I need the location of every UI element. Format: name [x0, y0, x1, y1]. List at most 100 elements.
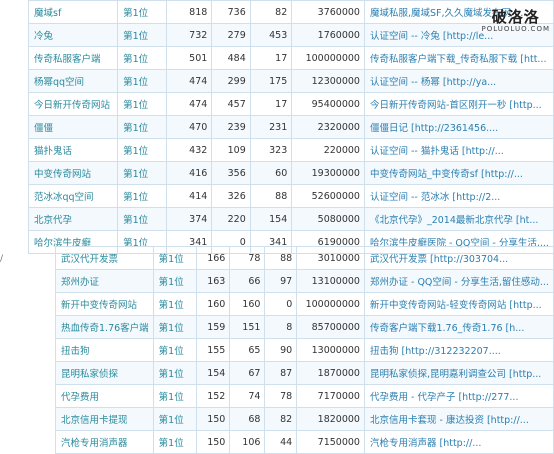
- total-count-cell: 155: [196, 338, 231, 362]
- keyword-cell: 冷兔: [27, 23, 119, 47]
- total-count-cell: 818: [166, 0, 213, 24]
- description-cell: 中变传奇网站_中变传奇sf [http://...: [363, 161, 554, 185]
- count-b-cell: 326: [211, 184, 251, 208]
- count-c-cell: 88: [249, 184, 293, 208]
- rank-cell: 第1位: [117, 184, 168, 208]
- table-row: 僵僵 第1位 470 239 231 2320000 僵僵日记 [http://236145…: [27, 115, 554, 139]
- rank-cell: 第1位: [152, 292, 198, 316]
- rank-cell: 第1位: [117, 69, 168, 93]
- description-cell: 代孕费用 - 代孕产子 [http://277...: [363, 384, 554, 408]
- keyword-cell: 今日新开传奇网站: [27, 92, 119, 116]
- total-count-cell: 501: [166, 46, 213, 70]
- total-count-cell: 432: [166, 138, 213, 162]
- rank-cell: 第1位: [117, 115, 168, 139]
- keyword-cell: 热血传奇1.76客户端: [55, 315, 154, 339]
- total-count-cell: 163: [196, 269, 231, 293]
- index-count-cell: 85700000: [296, 315, 365, 339]
- keyword-cell: 昆明私家侦探: [55, 361, 154, 385]
- description-cell: 传奇客户端下载1.76_传奇1.76 [h...: [363, 315, 554, 339]
- count-b-cell: 279: [211, 23, 251, 47]
- total-count-cell: 154: [196, 361, 231, 385]
- description-cell: 认证空间 -- 杨幂 [http://ya...: [363, 69, 554, 93]
- count-b-cell: 457: [211, 92, 251, 116]
- keyword-cell: 郑州办证: [55, 269, 154, 293]
- rank-cell: 第1位: [152, 430, 198, 454]
- description-cell: 武汉代开发票 [http://303704...: [363, 246, 554, 270]
- count-b-cell: 68: [229, 407, 266, 431]
- count-c-cell: 87: [264, 361, 298, 385]
- total-count-cell: 160: [196, 292, 231, 316]
- index-count-cell: 3760000: [291, 0, 365, 24]
- index-count-cell: 1760000: [291, 23, 365, 47]
- index-count-cell: 5080000: [291, 207, 365, 231]
- total-count-cell: 474: [166, 92, 213, 116]
- count-c-cell: 78: [264, 384, 298, 408]
- index-count-cell: 220000: [291, 138, 365, 162]
- total-count-cell: 414: [166, 184, 213, 208]
- table-row: 新开中变传奇网站 第1位 160 160 0 100000000 新开中变传奇网站-轻变传奇…: [55, 292, 554, 316]
- rank-cell: 第1位: [117, 46, 168, 70]
- index-count-cell: 100000000: [291, 46, 365, 70]
- keyword-cell: 魔域sf: [27, 0, 119, 24]
- table-row: 魔域sf 第1位 818 736 82 3760000 魔域私服,魔域SF,久久魔域发布网 …: [27, 0, 554, 24]
- count-c-cell: 82: [264, 407, 298, 431]
- index-count-cell: 100000000: [296, 292, 365, 316]
- count-c-cell: 17: [249, 46, 293, 70]
- count-b-cell: 109: [211, 138, 251, 162]
- count-c-cell: 88: [264, 246, 298, 270]
- ranking-table-top: 魔域sf 第1位 818 736 82 3760000 魔域私服,魔域SF,久久魔域发布网 …: [27, 0, 554, 254]
- description-cell: 认证空间 -- 猫扑鬼话 [http://...: [363, 138, 554, 162]
- table-row: 杨幂qq空间 第1位 474 299 175 12300000 认证空间 -- 杨幂 [ht…: [27, 69, 554, 93]
- count-c-cell: 90: [264, 338, 298, 362]
- total-count-cell: 150: [196, 430, 231, 454]
- count-c-cell: 154: [249, 207, 293, 231]
- table-row: 扭击狗 第1位 155 65 90 13000000 扭击狗 [http://3122322…: [55, 338, 554, 362]
- total-count-cell: 474: [166, 69, 213, 93]
- watermark-title: 破洛洛: [491, 8, 540, 26]
- rank-cell: 第1位: [117, 92, 168, 116]
- table-row: 范冰冰qq空间 第1位 414 326 88 52600000 认证空间 -- 范冰冰 [h…: [27, 184, 554, 208]
- total-count-cell: 470: [166, 115, 213, 139]
- keyword-cell: 代孕费用: [55, 384, 154, 408]
- index-count-cell: 1870000: [296, 361, 365, 385]
- keyword-cell: 僵僵: [27, 115, 119, 139]
- index-count-cell: 13100000: [296, 269, 365, 293]
- total-count-cell: 374: [166, 207, 213, 231]
- keyword-cell: 范冰冰qq空间: [27, 184, 119, 208]
- rank-cell: 第1位: [152, 361, 198, 385]
- count-c-cell: 8: [264, 315, 298, 339]
- keyword-cell: 新开中变传奇网站: [55, 292, 154, 316]
- edge-mark: /: [0, 254, 4, 264]
- table-row: 汽枪专用消声器 第1位 150 106 44 7150000 汽枪专用消声器 [http:/…: [55, 430, 554, 454]
- rank-cell: 第1位: [117, 0, 168, 24]
- description-cell: 汽枪专用消声器 [http://...: [363, 430, 554, 454]
- count-b-cell: 151: [229, 315, 266, 339]
- rank-cell: 第1位: [152, 269, 198, 293]
- table-row: 北京信用卡提现 第1位 150 68 82 1820000 北京信用卡套现 - 康达投资 […: [55, 407, 554, 431]
- description-cell: 僵僵日记 [http://2361456....: [363, 115, 554, 139]
- count-b-cell: 66: [229, 269, 266, 293]
- count-b-cell: 220: [211, 207, 251, 231]
- description-cell: 新开中变传奇网站-轻变传奇网站 [http...: [363, 292, 554, 316]
- index-count-cell: 95400000: [291, 92, 365, 116]
- total-count-cell: 150: [196, 407, 231, 431]
- index-count-cell: 12300000: [291, 69, 365, 93]
- table-row: 今日新开传奇网站 第1位 474 457 17 95400000 今日新开传奇网站-首区刚开…: [27, 92, 554, 116]
- table-row: 代孕费用 第1位 152 74 78 7170000 代孕费用 - 代孕产子 [http:/…: [55, 384, 554, 408]
- count-b-cell: 239: [211, 115, 251, 139]
- count-c-cell: 175: [249, 69, 293, 93]
- keyword-cell: 猫扑鬼话: [27, 138, 119, 162]
- table-row: 冷兔 第1位 732 279 453 1760000 认证空间 -- 冷兔 [http://…: [27, 23, 554, 47]
- description-cell: 昆明私家侦探,昆明嘉利调查公司 [http...: [363, 361, 554, 385]
- keyword-cell: 中变传奇网站: [27, 161, 119, 185]
- count-c-cell: 17: [249, 92, 293, 116]
- keyword-cell: 传奇私服客户端: [27, 46, 119, 70]
- count-b-cell: 299: [211, 69, 251, 93]
- count-b-cell: 484: [211, 46, 251, 70]
- count-c-cell: 231: [249, 115, 293, 139]
- rank-cell: 第1位: [117, 207, 168, 231]
- total-count-cell: 416: [166, 161, 213, 185]
- total-count-cell: 152: [196, 384, 231, 408]
- rank-cell: 第1位: [152, 315, 198, 339]
- rank-cell: 第1位: [152, 338, 198, 362]
